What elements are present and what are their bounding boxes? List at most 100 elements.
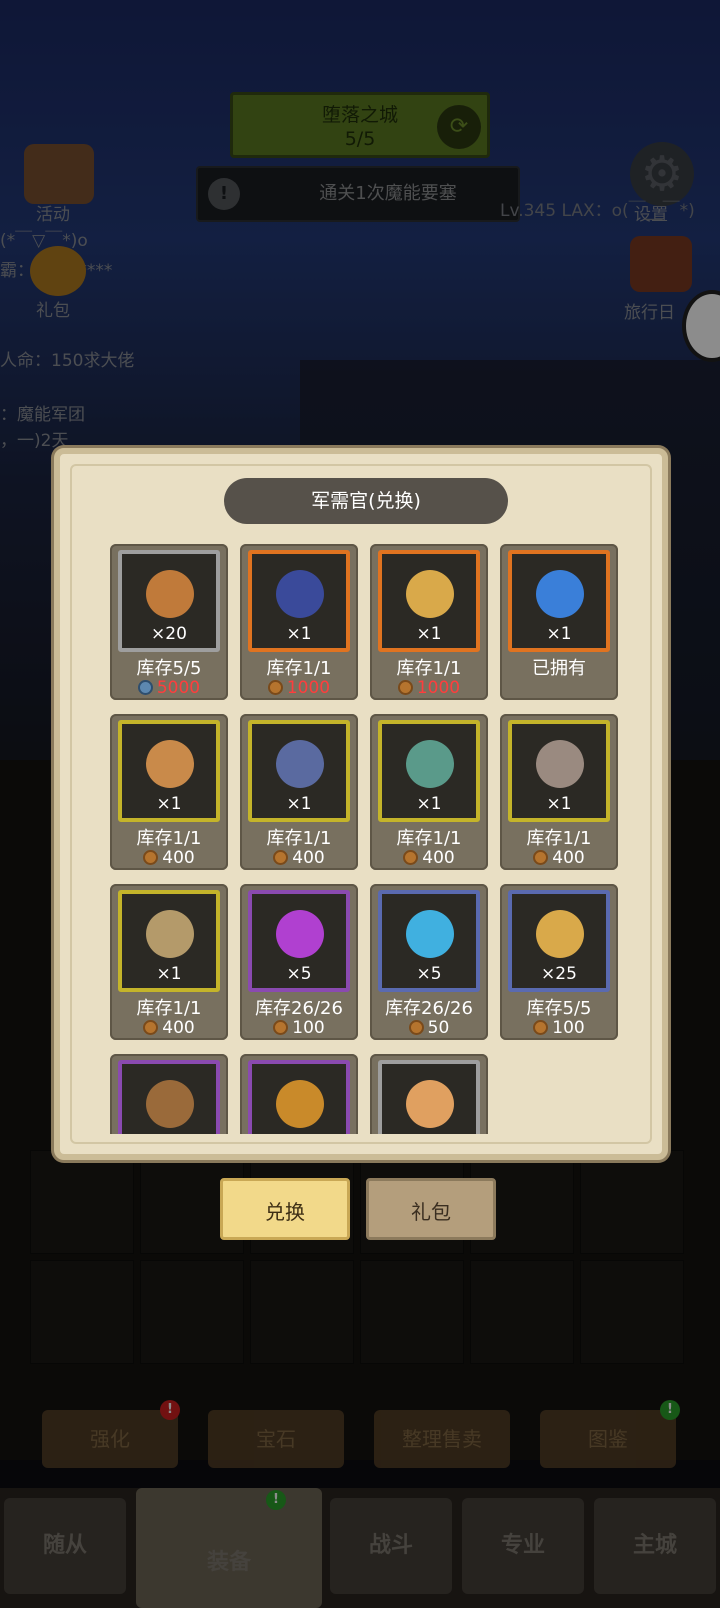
item-frame: ×1 [508, 720, 610, 822]
item-frame: ×1 [118, 720, 220, 822]
bronze-shield-icon [146, 570, 194, 618]
item-price-value: 400 [162, 848, 195, 868]
item-quantity: ×20 [151, 624, 187, 644]
item-price-value: 50 [427, 1018, 450, 1038]
coin-currency-icon [143, 850, 159, 865]
item-frame: ×5 [378, 890, 480, 992]
item-stock: 库存26/26 [385, 998, 473, 1019]
coin-currency-icon [403, 850, 419, 865]
item-frame [118, 1060, 220, 1134]
tab-exchange-label: 兑换 [265, 1200, 305, 1224]
item-stock: 库存1/1 [526, 828, 592, 849]
item-quantity: ×1 [286, 624, 312, 644]
shop-item[interactable]: ×5 库存26/26 50 [370, 884, 488, 1040]
item-stock: 库存5/5 [136, 658, 202, 679]
book-icon [276, 1080, 324, 1128]
item-stock: 库存1/1 [396, 658, 462, 679]
item-frame: ×25 [508, 890, 610, 992]
shop-item[interactable]: ×1 库存1/1 400 [370, 714, 488, 870]
item-price-value: 1000 [286, 678, 331, 698]
item-price-value: 400 [422, 848, 455, 868]
item-quantity: ×1 [286, 794, 312, 814]
panel-title: 军需官(兑换) [224, 478, 508, 524]
scroll-icon [406, 1080, 454, 1128]
item-price: 400 [500, 848, 618, 868]
shop-item[interactable] [110, 1054, 228, 1134]
item-price-value: 100 [552, 1018, 585, 1038]
item-quantity: ×5 [416, 964, 442, 984]
ghost-card-icon [406, 910, 454, 958]
item-frame: ×5 [248, 890, 350, 992]
exchange-item-grid: ×20 库存5/5 5000 ×1 库存1/1 1000 ×1 库存1/1 1000 ×1 已拥有 ×… [110, 544, 620, 1134]
pickaxe-icon [146, 1080, 194, 1128]
item-frame: ×1 [248, 720, 350, 822]
shop-item[interactable]: ×1 库存1/1 400 [110, 884, 228, 1040]
tab-exchange[interactable]: 兑换 [220, 1178, 350, 1240]
coin-currency-icon [267, 680, 283, 695]
item-stock: 库存1/1 [396, 828, 462, 849]
item-quantity: ×1 [156, 964, 182, 984]
item-stock: 库存1/1 [136, 998, 202, 1019]
item-stock: 库存1/1 [266, 828, 332, 849]
shop-item[interactable]: ×1 已拥有 [500, 544, 618, 700]
blue-crystal-crown-icon [536, 570, 584, 618]
item-frame: ×1 [508, 550, 610, 652]
item-quantity: ×1 [156, 794, 182, 814]
item-quantity: ×1 [546, 794, 572, 814]
item-stock: 库存5/5 [526, 998, 592, 1019]
item-stock: 库存1/1 [136, 828, 202, 849]
skull-badge-icon [536, 740, 584, 788]
sapphire-amulet-icon [276, 570, 324, 618]
item-price: 100 [240, 1018, 358, 1038]
shop-item[interactable]: ×1 库存1/1 1000 [240, 544, 358, 700]
item-price-value: 5000 [156, 678, 201, 698]
item-price: 100 [500, 1018, 618, 1038]
item-price-value: 100 [292, 1018, 325, 1038]
item-price-value: 400 [162, 1018, 195, 1038]
coin-currency-icon [408, 1020, 424, 1035]
arrow-icon [406, 740, 454, 788]
diamond-currency-icon [137, 680, 153, 695]
item-frame: ×20 [118, 550, 220, 652]
gear-skull-icon [146, 740, 194, 788]
coin-currency-icon [273, 850, 289, 865]
shop-item[interactable]: ×5 库存26/26 100 [240, 884, 358, 1040]
coin-currency-icon [273, 1020, 289, 1035]
item-price-value: 1000 [416, 678, 461, 698]
item-price: 400 [240, 848, 358, 868]
item-price-value: 400 [552, 848, 585, 868]
shop-item[interactable]: ×1 库存1/1 400 [110, 714, 228, 870]
tab-gift-label: 礼包 [411, 1200, 451, 1224]
item-price-value: 400 [292, 848, 325, 868]
larva-icon [536, 910, 584, 958]
coin-currency-icon [533, 850, 549, 865]
item-stock: 已拥有 [532, 658, 586, 679]
shop-item[interactable]: ×20 库存5/5 5000 [110, 544, 228, 700]
item-price: 1000 [370, 678, 488, 698]
item-quantity: ×1 [416, 624, 442, 644]
item-stock: 库存1/1 [266, 658, 332, 679]
item-frame: ×1 [248, 550, 350, 652]
item-price: 50 [370, 1018, 488, 1038]
dark-mask-icon [276, 910, 324, 958]
coin-currency-icon [143, 1020, 159, 1035]
shop-item[interactable]: ×1 库存1/1 400 [500, 714, 618, 870]
monster-helmet-icon [146, 910, 194, 958]
shop-item[interactable]: ×25 库存5/5 100 [500, 884, 618, 1040]
item-quantity: ×5 [286, 964, 312, 984]
item-price: 400 [370, 848, 488, 868]
tab-gift[interactable]: 礼包 [366, 1178, 496, 1240]
shop-item[interactable] [370, 1054, 488, 1134]
coin-currency-icon [397, 680, 413, 695]
horn-icon [406, 570, 454, 618]
item-frame: ×1 [118, 890, 220, 992]
shop-item[interactable]: ×1 库存1/1 1000 [370, 544, 488, 700]
item-frame [248, 1060, 350, 1134]
item-quantity: ×1 [416, 794, 442, 814]
item-price: 5000 [110, 678, 228, 698]
shop-item[interactable] [240, 1054, 358, 1134]
shop-item[interactable]: ×1 库存1/1 400 [240, 714, 358, 870]
quartermaster-panel: 军需官(兑换) ×20 库存5/5 5000 ×1 库存1/1 1000 ×1 库存1/1 10… [54, 448, 668, 1160]
item-frame: ×1 [378, 550, 480, 652]
coin-currency-icon [533, 1020, 549, 1035]
